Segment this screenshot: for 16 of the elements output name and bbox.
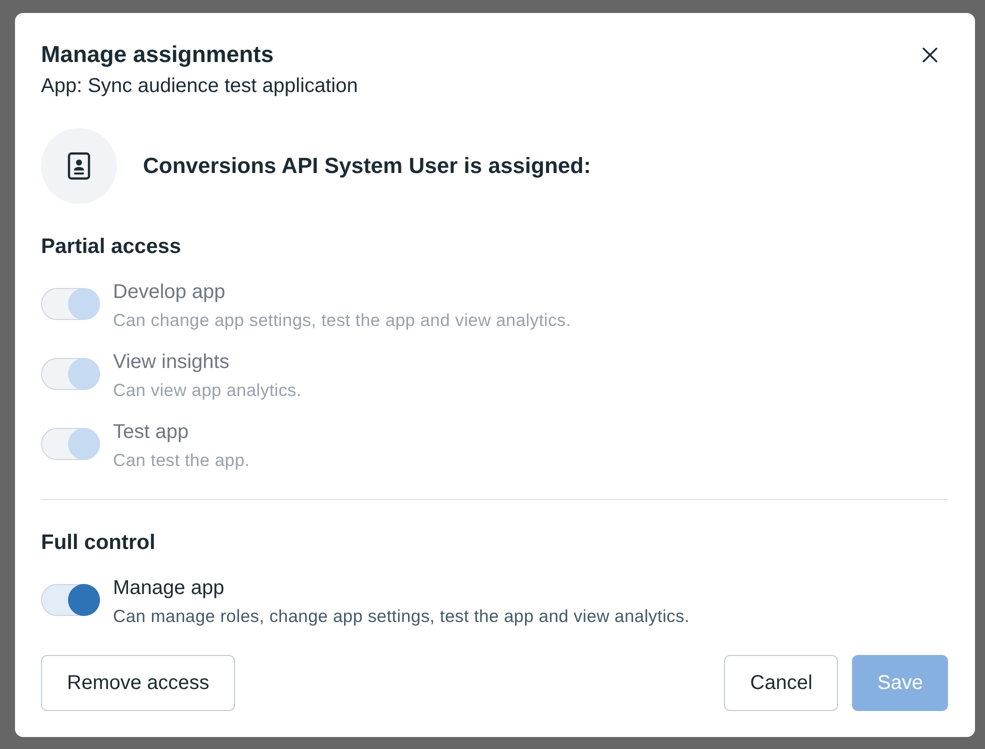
- permission-description: Can change app settings, test the app and view analytics.: [113, 309, 571, 332]
- permission-description: Can test the app.: [113, 449, 250, 472]
- permission-description: Can manage roles, change app settings, test the app and view analytics.: [113, 605, 690, 628]
- assignee-heading: Conversions API System User is assigned:: [143, 152, 591, 180]
- permission-description: Can view app analytics.: [113, 379, 302, 402]
- action-button[interactable]: Remove access: [41, 655, 236, 711]
- permission-label: Test app: [113, 420, 189, 444]
- toggle-switch[interactable]: [41, 584, 100, 616]
- dialog-subtitle: App: Sync audience test application: [41, 74, 358, 98]
- section-title: Partial access: [41, 235, 182, 259]
- section-title: Full control: [41, 531, 156, 555]
- action-button[interactable]: Cancel: [724, 655, 838, 711]
- permission-label: Develop app: [113, 280, 226, 304]
- dialog-title: Manage assignments: [41, 40, 275, 68]
- permission-label: Manage app: [113, 576, 224, 600]
- permission-label: View insights: [113, 350, 230, 374]
